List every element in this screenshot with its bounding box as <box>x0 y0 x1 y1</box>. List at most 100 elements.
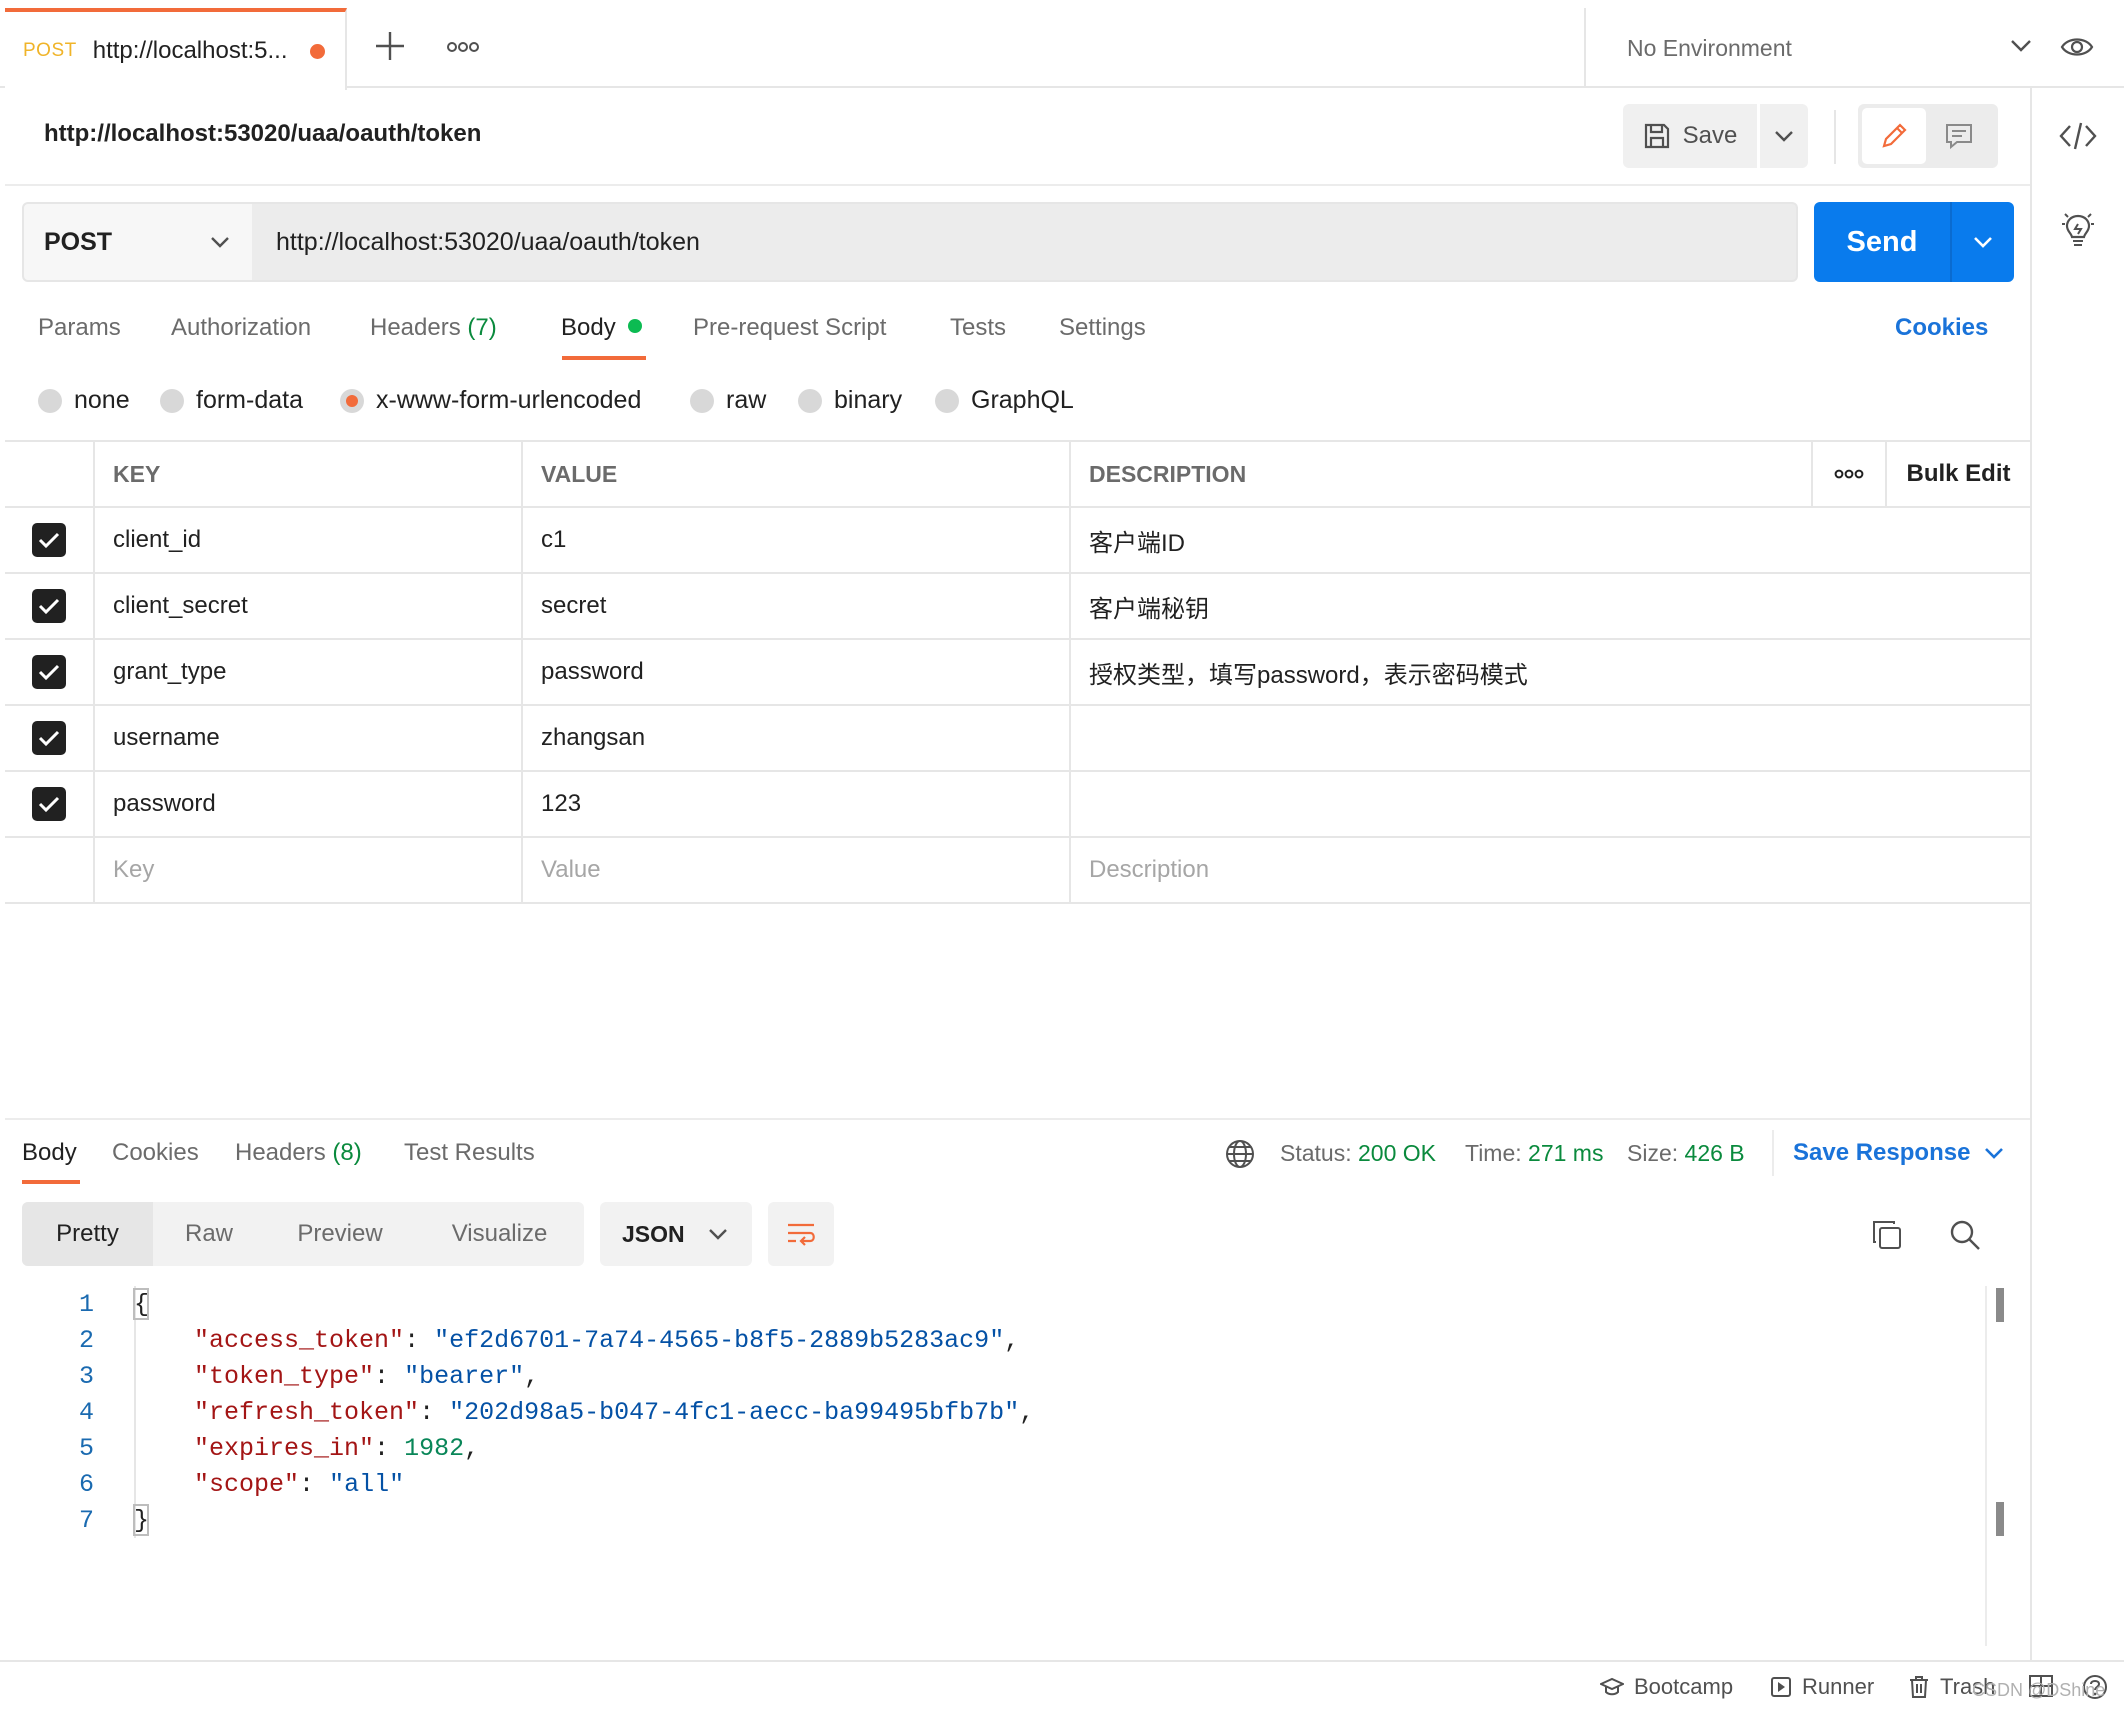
response-size[interactable]: Size: 426 B <box>1627 1140 1745 1167</box>
chevron-down-icon[interactable] <box>1984 1146 2004 1164</box>
response-body-code[interactable]: 1 { 2 "access_token": "ef2d6701-7a74-456… <box>22 1286 1992 1646</box>
line-number: 5 <box>78 1433 94 1463</box>
comment-icon <box>1946 124 1972 150</box>
tab-settings[interactable]: Settings <box>1059 314 1146 342</box>
row-checkbox[interactable] <box>5 772 95 836</box>
key-cell[interactable]: username <box>95 706 523 770</box>
radio-graphql[interactable]: GraphQL <box>935 386 1074 415</box>
globe-icon[interactable] <box>1224 1138 1256 1170</box>
view-pretty[interactable]: Pretty <box>22 1202 153 1266</box>
environment-quick-look-eye-icon[interactable] <box>2060 30 2094 64</box>
tab-params[interactable]: Params <box>38 314 121 342</box>
save-button[interactable]: Save <box>1623 104 1757 168</box>
radio-raw[interactable]: raw <box>690 386 766 415</box>
tab-prerequest-script[interactable]: Pre-request Script <box>693 314 886 342</box>
line-number: 7 <box>78 1505 94 1535</box>
new-value-input[interactable]: Value <box>523 838 1071 902</box>
new-description-input[interactable]: Description <box>1071 838 2030 902</box>
wrap-lines-button[interactable] <box>768 1202 834 1266</box>
row-checkbox[interactable] <box>5 706 95 770</box>
key-cell[interactable]: client_secret <box>95 574 523 638</box>
status-label: Status: <box>1280 1140 1352 1166</box>
lightbulb-icon[interactable] <box>2060 210 2096 250</box>
tab-authorization[interactable]: Authorization <box>171 314 311 342</box>
response-status[interactable]: Status: 200 OK <box>1280 1140 1436 1167</box>
radio-binary[interactable]: binary <box>798 386 902 415</box>
save-response-button[interactable]: Save Response <box>1793 1139 1970 1167</box>
code-snippet-icon[interactable] <box>2058 118 2098 154</box>
search-icon[interactable] <box>1948 1218 1982 1252</box>
value-cell[interactable]: 123 <box>523 772 1071 836</box>
response-tab-cookies[interactable]: Cookies <box>112 1139 199 1167</box>
radio-circle-selected <box>340 388 364 413</box>
description-cell[interactable]: 客户端秘钥 <box>1071 574 2030 638</box>
tab-headers[interactable]: Headers (7) <box>370 314 497 342</box>
radio-raw-label: raw <box>726 386 767 414</box>
request-tab[interactable]: POST http://localhost:5... <box>5 8 347 90</box>
radio-none[interactable]: none <box>38 386 130 415</box>
response-tab-test-results[interactable]: Test Results <box>404 1139 535 1167</box>
table-row: grant_type password 授权类型，填写password，表示密码… <box>5 640 2030 706</box>
code-text: "expires_in": 1982, <box>194 1433 480 1463</box>
description-cell[interactable]: 客户端ID <box>1071 508 2030 572</box>
key-cell[interactable]: grant_type <box>95 640 523 704</box>
runner-play-icon <box>1771 1677 1791 1697</box>
tab-body[interactable]: Body <box>561 314 642 342</box>
response-tab-headers[interactable]: Headers (8) <box>235 1139 362 1167</box>
value-cell[interactable]: password <box>523 640 1071 704</box>
response-tab-body[interactable]: Body <box>22 1139 77 1167</box>
request-name[interactable]: http://localhost:53020/uaa/oauth/token <box>44 120 481 148</box>
description-cell[interactable]: 授权类型，填写password，表示密码模式 <box>1071 640 2030 704</box>
value-cell[interactable]: zhangsan <box>523 706 1071 770</box>
cookies-link[interactable]: Cookies <box>1895 314 1988 342</box>
code-line: 3 "token_type": "bearer", <box>22 1358 1992 1394</box>
radio-form-data[interactable]: form-data <box>160 386 303 415</box>
view-raw[interactable]: Raw <box>153 1202 265 1266</box>
status-value: 200 OK <box>1358 1140 1436 1166</box>
save-options-button[interactable] <box>1760 104 1808 168</box>
runner-button[interactable]: Runner <box>1770 1674 1874 1700</box>
view-visualize[interactable]: Visualize <box>415 1202 584 1266</box>
key-cell[interactable]: client_id <box>95 508 523 572</box>
response-time[interactable]: Time: 271 ms <box>1465 1140 1603 1167</box>
description-cell[interactable] <box>1071 706 2030 770</box>
watermark: CSDN @DShine <box>1972 1680 2106 1700</box>
copy-icon[interactable] <box>1870 1218 1904 1252</box>
more-tabs-icon[interactable] <box>446 32 480 62</box>
unsaved-indicator <box>309 43 325 59</box>
save-icon <box>1644 123 1669 149</box>
key-cell[interactable]: password <box>95 772 523 836</box>
format-value: JSON <box>622 1220 685 1247</box>
new-key-input[interactable]: Key <box>95 838 523 902</box>
send-button[interactable]: Send <box>1814 202 1950 282</box>
tab-body-label: Body <box>561 314 616 341</box>
row-checkbox[interactable] <box>5 574 95 638</box>
environment-selector[interactable]: No Environment <box>1584 8 2032 88</box>
send-options-button[interactable] <box>1950 202 2014 282</box>
tab-headers-count: (7) <box>467 314 497 341</box>
radio-x-www-form-urlencoded[interactable]: x-www-form-urlencoded <box>340 386 641 415</box>
http-method-value: POST <box>44 227 113 256</box>
column-options-icon[interactable] <box>1813 442 1887 506</box>
new-tab-plus-icon[interactable] <box>370 26 410 66</box>
http-method-select[interactable]: POST <box>22 202 254 282</box>
body-active-dot <box>627 319 642 333</box>
comments-mode-button[interactable] <box>1926 108 1992 164</box>
row-checkbox[interactable] <box>5 508 95 572</box>
response-divider[interactable] <box>5 1118 2030 1120</box>
view-preview[interactable]: Preview <box>265 1202 415 1266</box>
url-input[interactable]: http://localhost:53020/uaa/oauth/token <box>252 202 1798 282</box>
tab-tests[interactable]: Tests <box>950 314 1006 342</box>
line-number: 1 <box>78 1289 94 1319</box>
bulk-edit-button[interactable]: Bulk Edit <box>1887 442 2030 506</box>
bootcamp-button[interactable]: Bootcamp <box>1600 1674 1733 1700</box>
code-scrollbar-track[interactable] <box>1985 1286 1987 1646</box>
response-view-segmented: Pretty Raw Preview Visualize <box>22 1202 584 1266</box>
value-cell[interactable]: c1 <box>523 508 1071 572</box>
description-cell[interactable] <box>1071 772 2030 836</box>
row-checkbox[interactable] <box>5 640 95 704</box>
edit-mode-button[interactable] <box>1862 108 1926 164</box>
response-tab-headers-count: (8) <box>332 1139 362 1166</box>
value-cell[interactable]: secret <box>523 574 1071 638</box>
response-format-select[interactable]: JSON <box>600 1202 752 1266</box>
